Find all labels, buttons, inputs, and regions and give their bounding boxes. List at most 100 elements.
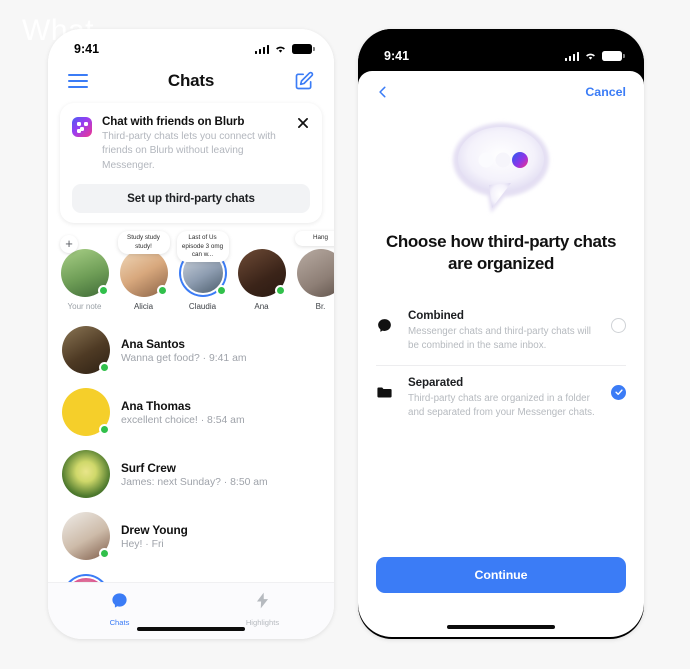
story-name: Claudia xyxy=(188,302,217,312)
online-dot xyxy=(156,285,168,297)
chat-meta: Ana Thomas excellent choice! · 8:54 am xyxy=(121,399,320,426)
tab-highlights[interactable]: Highlights xyxy=(191,591,334,627)
signal-bars-icon xyxy=(254,44,269,54)
option-title: Combined xyxy=(408,308,464,322)
online-dot xyxy=(99,548,110,560)
stories-row[interactable]: + Your note Study study study! Alicia La… xyxy=(48,223,334,315)
option-description: Messenger chats and third-party chats wi… xyxy=(408,325,591,351)
online-dot xyxy=(215,285,227,297)
continue-button[interactable]: Continue xyxy=(376,557,626,593)
compose-icon[interactable] xyxy=(294,71,314,91)
avatar xyxy=(62,388,110,437)
status-time: 9:41 xyxy=(384,49,410,63)
story-name: Your note xyxy=(67,302,102,312)
wifi-icon xyxy=(584,51,597,61)
banner-description: Third-party chats lets you connect with … xyxy=(102,131,276,171)
list-item[interactable]: Drew Young Hey! · Fri xyxy=(48,505,334,567)
chat-name: Drew Young xyxy=(121,522,188,537)
story-item[interactable]: + Your note xyxy=(58,233,111,311)
chat-meta: Drew Young Hey! · Fri xyxy=(121,523,320,550)
status-time: 9:41 xyxy=(74,42,100,56)
right-status-bar: 9:41 xyxy=(358,29,644,73)
option-body: Separated Third-party chats are organize… xyxy=(408,376,598,420)
signal-bars-icon xyxy=(564,51,579,61)
chat-preview: Wanna get food? · 9:41 am xyxy=(121,352,247,364)
avatar xyxy=(62,450,110,499)
left-phone-frame: 9:41 Chats Chat with friends on Blurb Th… xyxy=(48,29,334,639)
tab-chats[interactable]: Chats xyxy=(48,591,191,627)
option-body: Combined Messenger chats and third-party… xyxy=(408,309,598,353)
avatar xyxy=(60,249,109,298)
status-icons xyxy=(564,51,625,61)
chat-name: Surf Crew xyxy=(121,460,176,475)
radio-combined[interactable] xyxy=(611,317,626,333)
close-icon[interactable] xyxy=(296,116,310,130)
story-name: Br. xyxy=(315,302,326,312)
list-item[interactable]: Surf Crew James: next Sunday? · 8:50 am xyxy=(48,443,334,505)
tab-label: Chats xyxy=(109,618,130,627)
story-note: Study study study! xyxy=(117,231,170,254)
avatar xyxy=(237,249,286,298)
banner-text: Chat with friends on Blurb Third-party c… xyxy=(102,115,286,173)
online-dot xyxy=(99,362,110,374)
check-icon xyxy=(614,389,623,396)
setup-third-party-chats-button[interactable]: Set up third-party chats xyxy=(72,184,310,214)
avatar xyxy=(62,512,110,561)
avatar xyxy=(296,249,334,298)
home-indicator xyxy=(137,627,245,631)
chat-meta: Ana Santos Wanna get food? · 9:41 am xyxy=(121,337,320,364)
story-item[interactable]: Hang Br. xyxy=(294,231,334,312)
chat-name: Ana Thomas xyxy=(121,398,191,413)
left-status-bar: 9:41 xyxy=(48,29,334,63)
option-separated[interactable]: Separated Third-party chats are organize… xyxy=(376,364,626,432)
folder-icon xyxy=(376,376,395,406)
online-dot xyxy=(97,285,109,297)
story-name: Ana xyxy=(254,302,269,312)
chat-name: Ana Santos xyxy=(121,336,185,351)
story-item[interactable]: Study study study! Alicia xyxy=(117,231,170,312)
screenshot-stage: What 9:41 Chats Chat with friends on Blu… xyxy=(0,0,690,669)
avatar xyxy=(62,326,110,375)
back-chevron-icon[interactable] xyxy=(376,85,390,99)
right-phone-frame: 9:41 Cancel Choose how third-party chats… xyxy=(358,29,644,639)
chat-bubble-icon xyxy=(376,309,395,339)
online-dot xyxy=(274,285,286,297)
battery-icon xyxy=(602,51,625,61)
wifi-icon xyxy=(274,44,287,54)
option-description: Third-party chats are organized in a fol… xyxy=(408,392,595,419)
chat-preview: excellent choice! · 8:54 am xyxy=(121,414,245,426)
blurb-app-icon xyxy=(72,117,92,137)
third-party-setup-sheet: Cancel Choose how third-party chats are … xyxy=(358,71,644,637)
third-party-banner: Chat with friends on Blurb Third-party c… xyxy=(60,103,322,224)
list-item[interactable]: Ana Santos Wanna get food? · 9:41 am xyxy=(48,319,334,381)
home-indicator xyxy=(447,625,555,629)
battery-icon xyxy=(292,44,315,54)
lightning-bolt-icon xyxy=(256,592,269,609)
hamburger-menu-icon[interactable] xyxy=(68,74,88,88)
option-title: Separated xyxy=(408,375,464,389)
list-item[interactable]: Ana Thomas excellent choice! · 8:54 am xyxy=(48,381,334,443)
chat-preview: Hey! · Fri xyxy=(121,538,164,550)
radio-separated[interactable] xyxy=(611,384,626,400)
banner-title: Chat with friends on Blurb xyxy=(102,115,245,128)
speech-bubble-illustration xyxy=(431,115,571,219)
cancel-button[interactable]: Cancel xyxy=(585,85,626,99)
page-title: Chats xyxy=(167,71,215,90)
story-note: Last of Us episode 3 omg can w... xyxy=(176,231,229,262)
story-name: Alicia xyxy=(133,302,154,312)
banner-top-row: Chat with friends on Blurb Third-party c… xyxy=(72,115,310,173)
chat-bubble-icon xyxy=(112,593,127,608)
messenger-header: Chats xyxy=(48,63,334,101)
status-icons xyxy=(254,44,315,54)
options-list: Combined Messenger chats and third-party… xyxy=(358,299,644,433)
chat-preview: James: next Sunday? · 8:50 am xyxy=(121,476,268,488)
option-combined[interactable]: Combined Messenger chats and third-party… xyxy=(376,299,626,365)
chat-meta: Surf Crew James: next Sunday? · 8:50 am xyxy=(121,461,320,488)
tab-label: Highlights xyxy=(245,618,280,627)
story-item[interactable]: Ana xyxy=(235,233,288,311)
story-note: Hang xyxy=(294,231,334,246)
online-dot xyxy=(99,424,110,436)
avatar xyxy=(119,249,168,298)
sheet-title: Choose how third-party chats are organiz… xyxy=(385,232,617,273)
story-item[interactable]: Last of Us episode 3 omg can w... Claudi… xyxy=(176,231,229,312)
